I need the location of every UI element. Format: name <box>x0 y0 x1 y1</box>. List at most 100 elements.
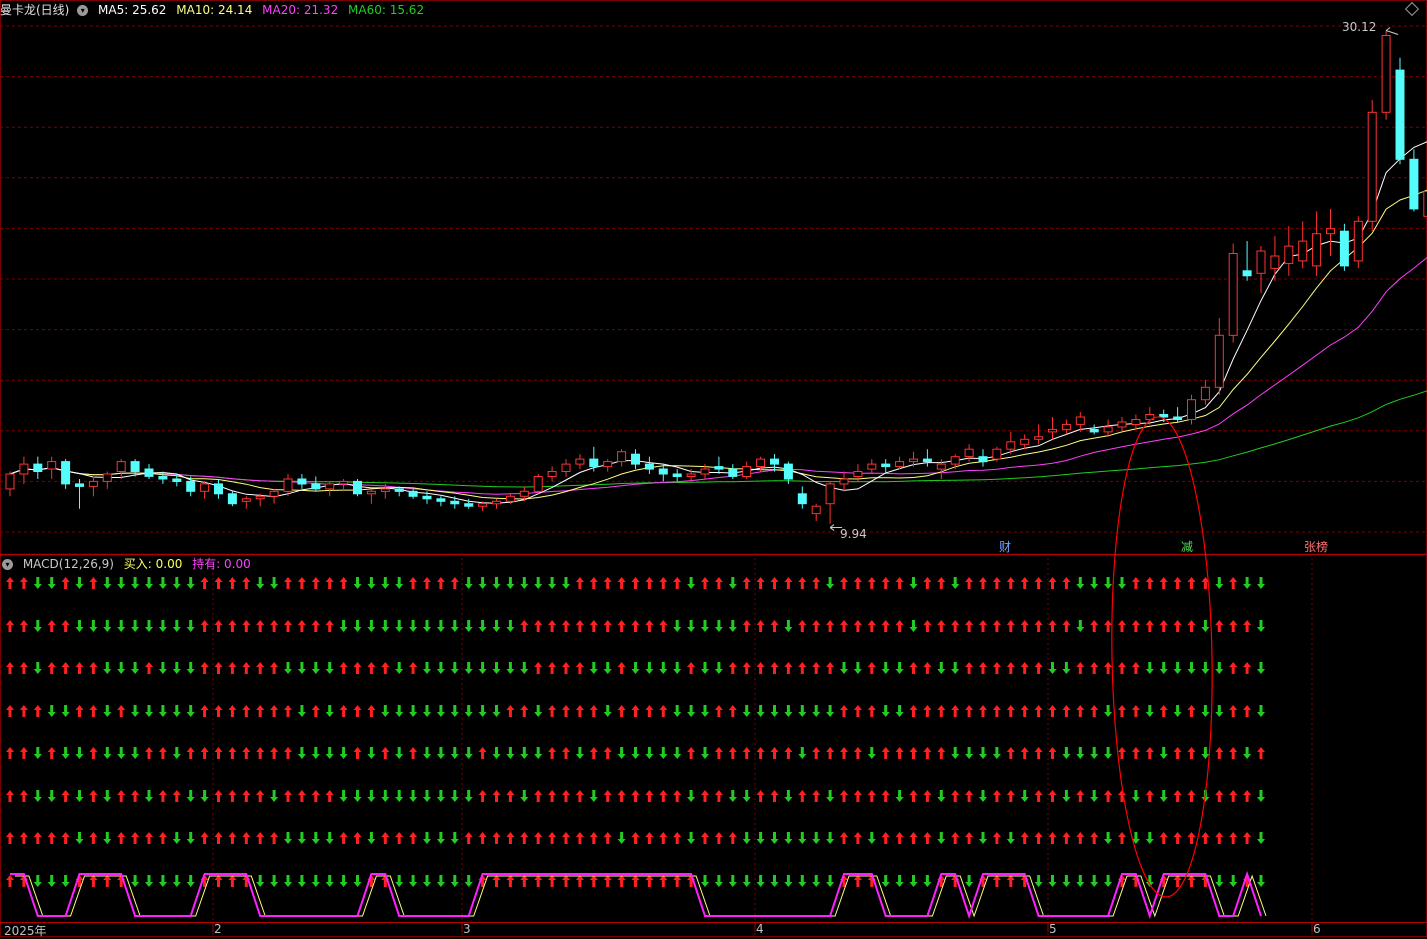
arrow-up-icon <box>158 832 167 844</box>
candle-body <box>1089 428 1099 433</box>
arrow-up-icon <box>367 705 376 717</box>
arrow-down-icon <box>631 662 640 674</box>
arrow-down-icon <box>1076 577 1085 589</box>
arrow-up-icon <box>242 577 251 589</box>
ma5-line <box>9 141 1427 504</box>
ma20-label: MA20: 21.32 <box>262 3 339 17</box>
arrow-down-icon <box>756 832 765 844</box>
arrow-up-icon <box>603 790 612 802</box>
arrow-up-icon <box>6 832 14 844</box>
arrow-up-icon <box>1229 832 1238 844</box>
arrow-up-icon <box>714 832 723 844</box>
arrow-up-icon <box>450 577 459 589</box>
arrow-down-icon <box>381 790 390 802</box>
arrow-up-icon <box>1173 620 1182 632</box>
arrow-down-icon <box>1201 705 1210 717</box>
arrow-up-icon <box>214 875 223 887</box>
arrow-down-icon <box>103 577 112 589</box>
arrow-down-icon <box>965 875 974 887</box>
arrow-up-icon <box>937 747 946 759</box>
arrow-up-icon <box>242 832 251 844</box>
arrow-down-icon <box>1215 875 1224 887</box>
event-tag-financial[interactable]: 财 <box>997 540 1013 554</box>
arrow-up-icon <box>228 577 237 589</box>
arrow-up-icon <box>172 790 181 802</box>
arrow-up-icon <box>200 662 209 674</box>
candle-body <box>214 483 223 495</box>
arrow-up-icon <box>1104 620 1113 632</box>
arrow-down-icon <box>909 577 918 589</box>
candle-body <box>825 483 835 505</box>
arrow-down-icon <box>395 875 404 887</box>
arrow-down-icon <box>186 832 195 844</box>
arrow-down-icon <box>1201 620 1210 632</box>
arrow-up-icon <box>409 577 418 589</box>
arrow-up-icon <box>270 705 279 717</box>
candle-body <box>1326 228 1335 235</box>
arrow-down-icon <box>284 662 292 674</box>
arrow-up-icon <box>965 832 974 844</box>
arrow-down-icon <box>701 747 709 759</box>
arrow-up-icon <box>506 790 515 802</box>
arrow-up-icon <box>6 875 14 887</box>
event-tag-leaderboard[interactable]: 张榜 <box>1302 540 1330 554</box>
arrow-down-icon <box>1187 662 1196 674</box>
arrow-down-icon <box>172 705 181 717</box>
arrow-up-icon <box>19 577 28 589</box>
chevron-down-icon[interactable]: ▾ <box>2 559 13 570</box>
arrow-up-icon <box>867 577 876 589</box>
arrow-down-icon <box>1118 577 1126 589</box>
event-tag-reduce[interactable]: 减 <box>1179 540 1195 554</box>
arrow-down-icon <box>172 620 181 632</box>
arrow-down-icon <box>742 875 751 887</box>
arrow-down-icon <box>492 662 501 674</box>
arrow-up-icon <box>297 620 306 632</box>
candle-body <box>797 493 807 505</box>
arrow-down-icon <box>186 875 195 887</box>
arrow-up-icon <box>395 832 404 844</box>
candle-body <box>269 490 279 497</box>
arrow-up-icon <box>325 790 334 802</box>
arrow-up-icon <box>895 747 904 759</box>
candle-body <box>617 451 627 463</box>
candle-body <box>241 498 251 502</box>
arrow-up-icon <box>1201 832 1210 844</box>
arrow-up-icon <box>89 747 98 759</box>
arrow-up-icon <box>1048 577 1057 589</box>
arrow-down-icon <box>339 620 348 632</box>
arrow-up-icon <box>534 662 543 674</box>
indicator-buy: 买入: 0.00 <box>123 557 183 571</box>
arrow-up-icon <box>673 832 682 844</box>
arrow-up-icon <box>853 705 862 717</box>
arrow-down-icon <box>158 620 167 632</box>
arrow-up-icon <box>575 662 584 674</box>
candle-body <box>922 458 932 463</box>
arrow-up-icon <box>242 790 251 802</box>
chevron-down-icon[interactable]: ▾ <box>77 5 89 16</box>
arrow-up-icon <box>1229 705 1238 717</box>
arrow-up-icon <box>89 790 98 802</box>
candle-body <box>575 458 585 465</box>
arrow-down-icon <box>701 662 709 674</box>
arrow-up-icon <box>1215 620 1224 632</box>
arrow-down-icon <box>562 577 570 589</box>
arrow-up-icon <box>923 577 932 589</box>
candle-body <box>714 466 724 470</box>
arrow-up-icon <box>965 577 974 589</box>
arrow-down-icon <box>1076 875 1085 887</box>
arrow-down-icon <box>172 662 181 674</box>
arrow-up-icon <box>631 577 640 589</box>
arrow-down-icon <box>450 790 459 802</box>
arrow-up-icon <box>214 662 223 674</box>
arrow-up-icon <box>1145 577 1154 589</box>
arrow-up-icon <box>589 620 598 632</box>
arrow-down-icon <box>575 747 584 759</box>
candle-body <box>811 505 821 515</box>
arrow-down-icon <box>784 620 793 632</box>
arrow-up-icon <box>562 832 570 844</box>
candle-body <box>353 480 362 495</box>
arrow-down-icon <box>145 577 153 589</box>
arrow-up-icon <box>311 620 320 632</box>
arrow-down-icon <box>311 662 320 674</box>
arrow-down-icon <box>158 875 167 887</box>
